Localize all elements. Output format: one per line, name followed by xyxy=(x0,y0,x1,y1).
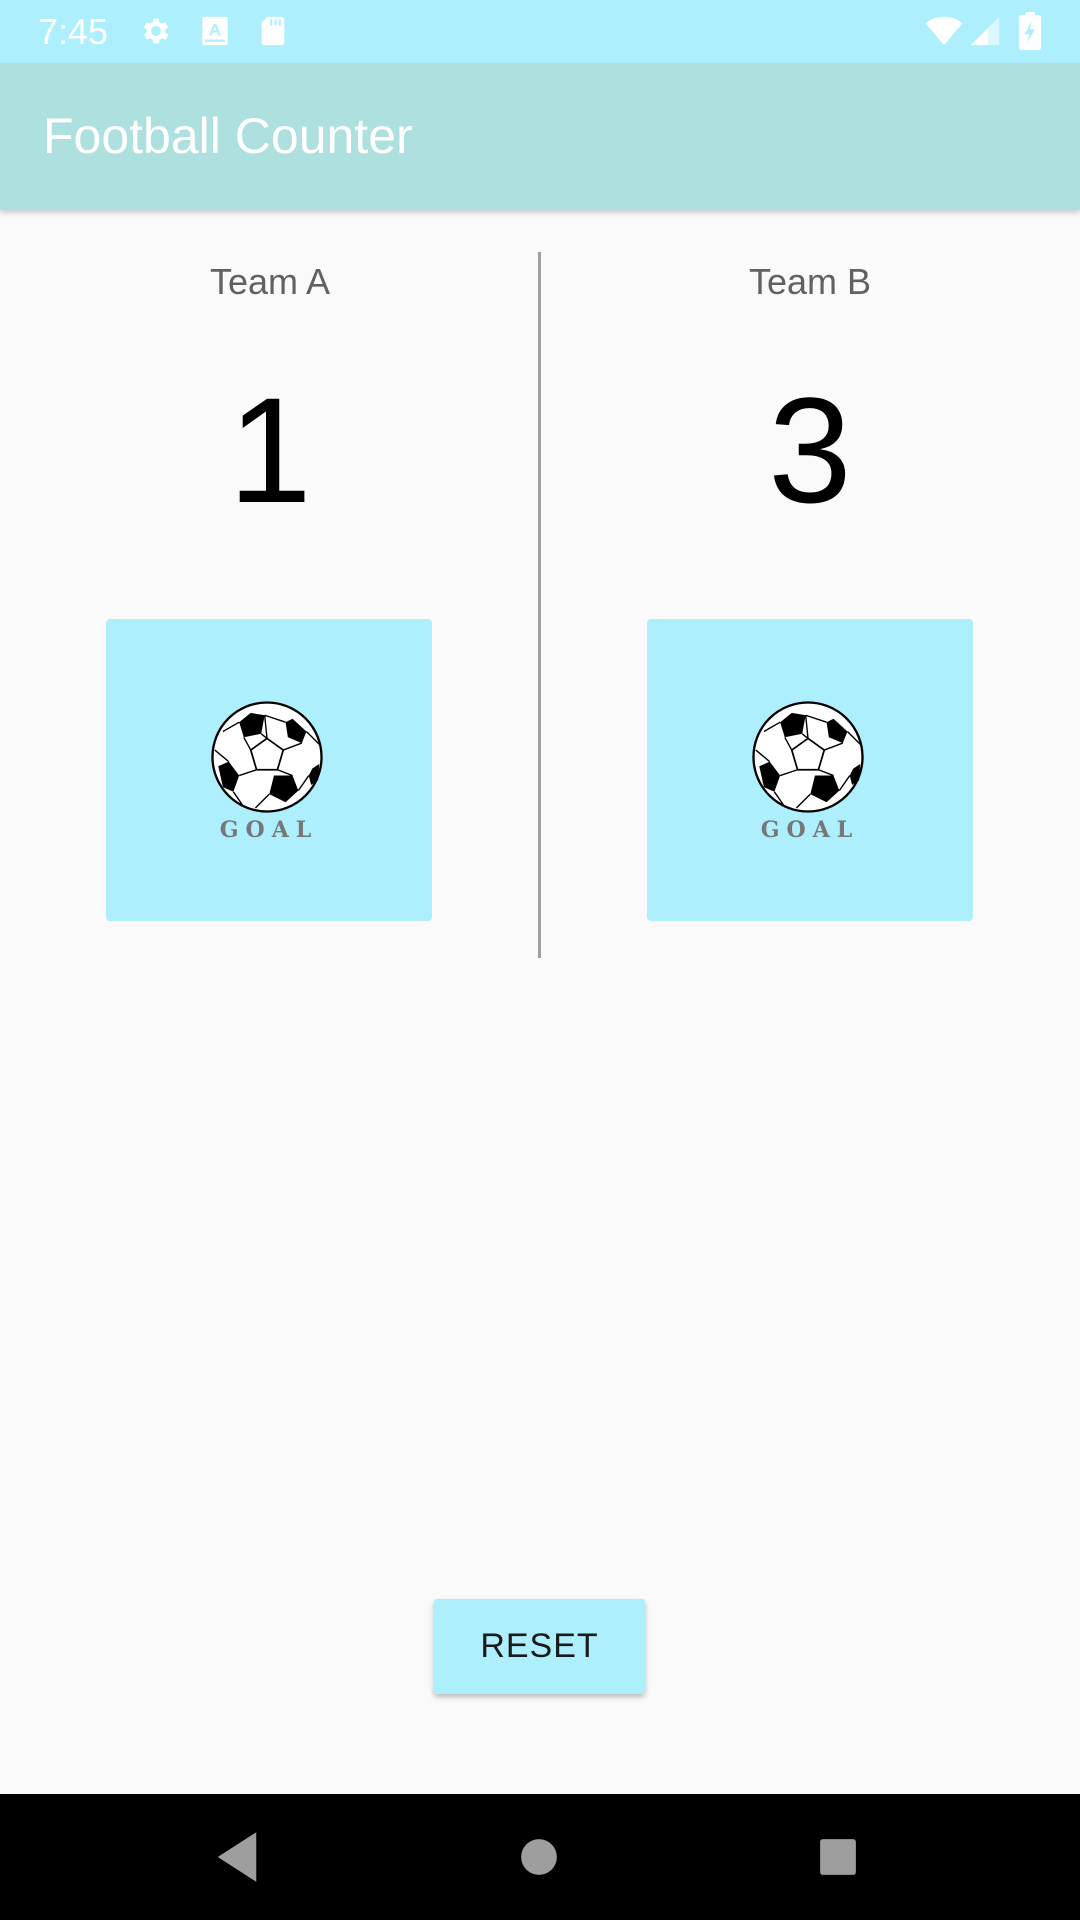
team-b-name: Team B xyxy=(748,261,872,302)
status-bar: 7:45 A xyxy=(0,0,1080,63)
home-icon[interactable] xyxy=(506,1824,572,1890)
sd-card-icon xyxy=(261,16,285,46)
team-b-score: 3 xyxy=(768,366,852,534)
back-icon[interactable] xyxy=(204,1824,270,1890)
app-bar: Football Counter xyxy=(0,63,1080,210)
team-a-goal-button[interactable]: GOAL xyxy=(106,619,432,921)
font-icon: A xyxy=(202,16,228,46)
team-b-goal-label: GOAL xyxy=(760,817,860,843)
team-b-goal-button[interactable]: GOAL xyxy=(647,619,973,921)
screen: 7:45 A Football Counter Team A 1 GOAL Te… xyxy=(0,0,1080,1920)
soccer-ball-icon xyxy=(752,701,864,813)
team-a-goal-label: GOAL xyxy=(219,817,319,843)
team-b-panel: Team B 3 GOAL xyxy=(540,210,1080,960)
battery-charging-icon xyxy=(1018,12,1042,50)
wifi-icon xyxy=(925,16,963,46)
team-a-name: Team A xyxy=(209,261,331,302)
soccer-ball-icon xyxy=(211,701,323,813)
app-title: Football Counter xyxy=(43,108,413,164)
gear-icon xyxy=(143,18,169,44)
recents-icon[interactable] xyxy=(805,1824,871,1890)
team-a-panel: Team A 1 GOAL xyxy=(0,210,540,960)
status-time: 7:45 xyxy=(38,11,109,52)
navigation-bar xyxy=(0,1794,1080,1920)
signal-icon xyxy=(970,16,1000,46)
reset-button[interactable]: RESET xyxy=(434,1599,645,1694)
svg-text:A: A xyxy=(209,20,221,39)
team-a-score: 1 xyxy=(228,366,312,534)
